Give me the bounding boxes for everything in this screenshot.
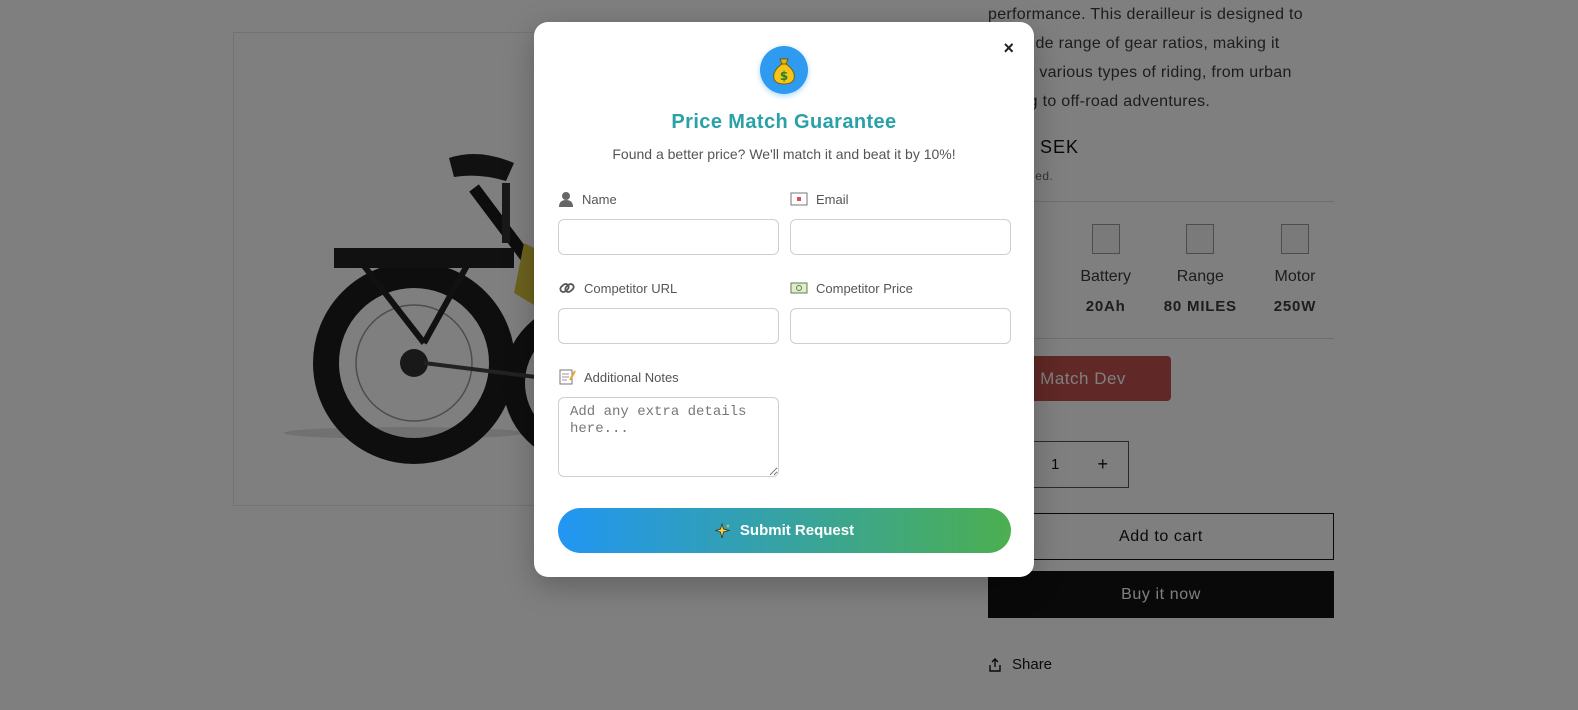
- money-icon: [790, 282, 808, 294]
- competitor-price-input[interactable]: [790, 308, 1011, 344]
- price-match-modal: × $ Price Match Guarantee Found a better…: [534, 22, 1034, 577]
- envelope-icon: [790, 192, 808, 206]
- competitor-url-input[interactable]: [558, 308, 779, 344]
- name-field: Name: [558, 189, 779, 255]
- modal-subtitle: Found a better price? We'll match it and…: [612, 146, 956, 162]
- memo-icon: [559, 369, 576, 385]
- person-icon: [559, 192, 573, 207]
- close-icon[interactable]: ×: [1003, 38, 1014, 59]
- name-label: Name: [582, 191, 617, 207]
- submit-label: Submit Request: [739, 522, 855, 539]
- email-label: Email: [816, 191, 849, 207]
- name-input[interactable]: [558, 219, 779, 255]
- competitor-url-label: Competitor URL: [584, 280, 678, 296]
- competitor-price-field: Competitor Price: [790, 278, 1011, 344]
- svg-text:$: $: [780, 69, 788, 83]
- additional-notes-label: Additional Notes: [584, 369, 679, 385]
- additional-notes-textarea[interactable]: [558, 397, 779, 477]
- email-input[interactable]: [790, 219, 1011, 255]
- modal-title: Price Match Guarantee: [671, 111, 897, 133]
- money-bag-icon: $: [760, 46, 808, 94]
- competitor-url-field: Competitor URL: [558, 278, 779, 344]
- sparkles-icon: [714, 522, 731, 538]
- link-icon: [559, 283, 575, 293]
- email-field: Email: [790, 189, 1011, 255]
- submit-request-button[interactable]: Submit Request: [558, 508, 1011, 553]
- competitor-price-label: Competitor Price: [816, 280, 913, 296]
- additional-notes-field: Additional Notes: [558, 367, 779, 482]
